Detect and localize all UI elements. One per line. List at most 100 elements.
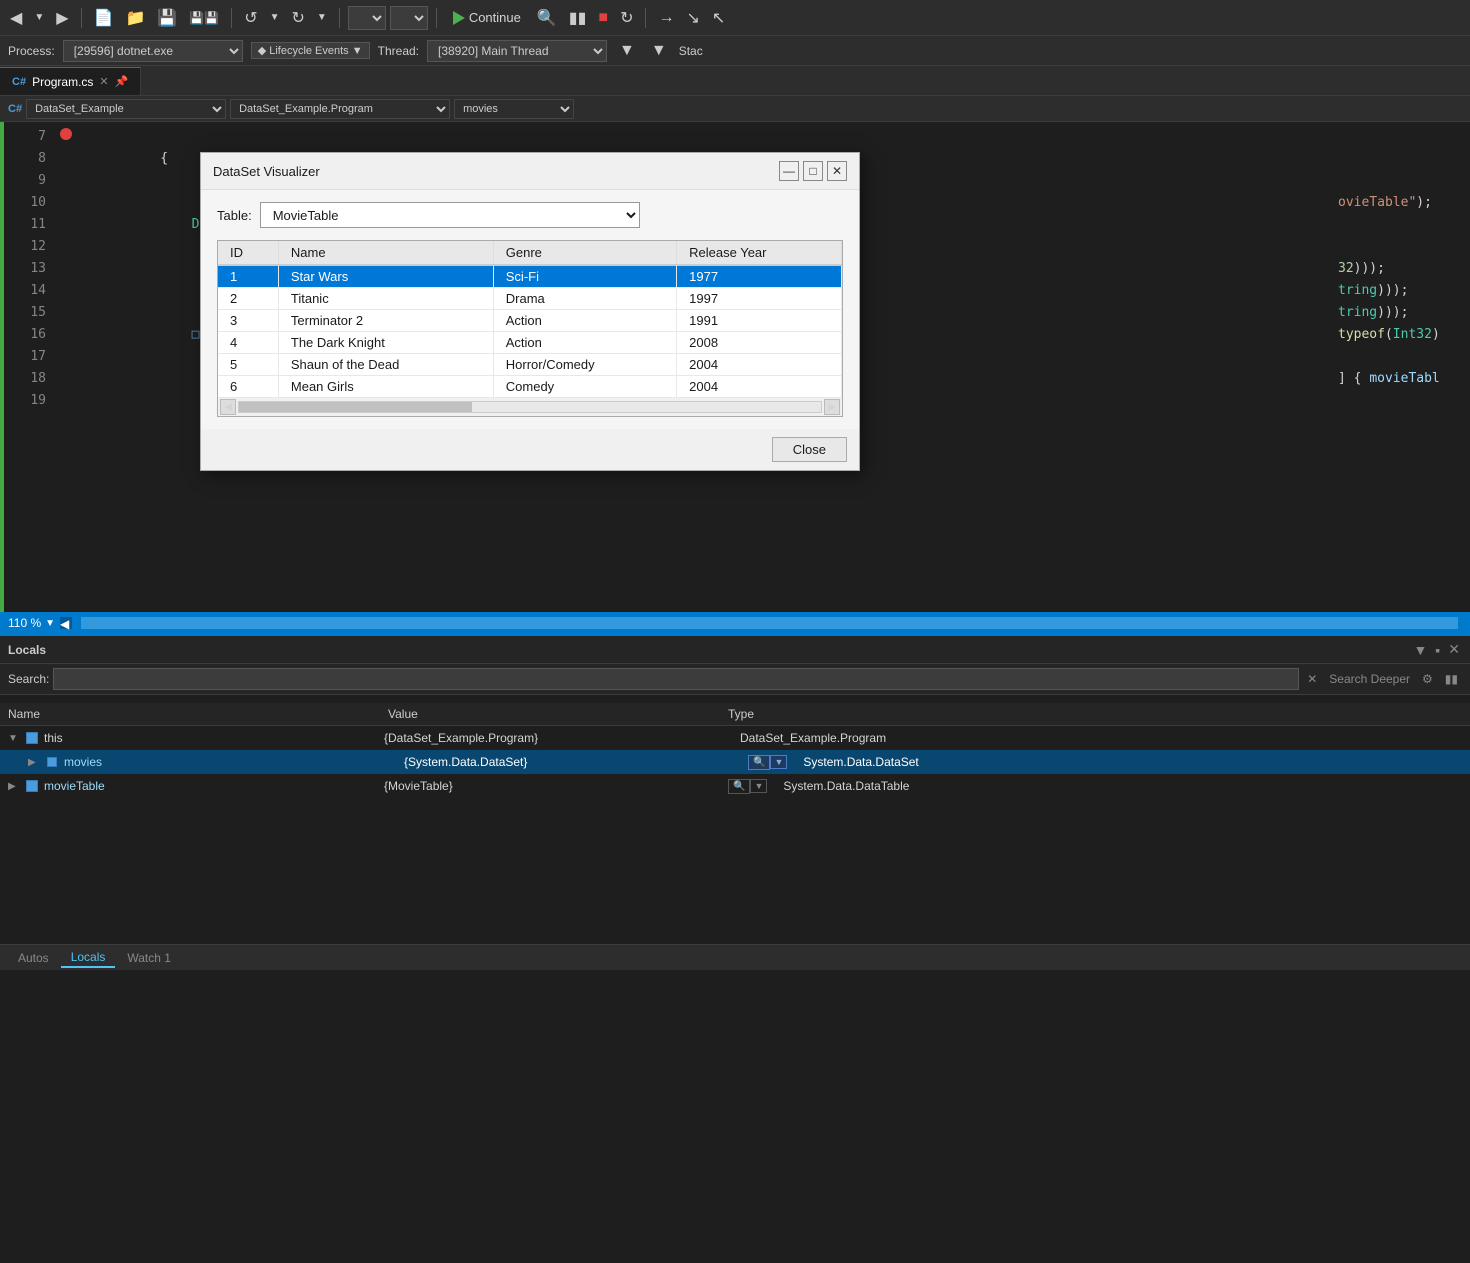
magnifier-dropdown-btn[interactable]: ▼ bbox=[750, 779, 767, 793]
col-year: Release Year bbox=[677, 241, 842, 265]
continue-button[interactable]: Continue bbox=[445, 8, 529, 27]
modal-body: Table: MovieTable ID Name Genre Release … bbox=[201, 190, 859, 429]
separator-1 bbox=[81, 8, 82, 28]
locals-header: Locals ▼ ▪ ✕ bbox=[0, 636, 1470, 664]
tab-autos[interactable]: Autos bbox=[8, 949, 59, 967]
scroll-thumb[interactable] bbox=[239, 402, 472, 412]
restart-btn[interactable]: ↻ bbox=[616, 6, 637, 30]
modal-title: DataSet Visualizer bbox=[213, 164, 320, 179]
col-name: Name bbox=[278, 241, 493, 265]
stop-btn[interactable]: ■ bbox=[594, 7, 612, 29]
search-toolbar-btn[interactable]: 🔍 bbox=[533, 6, 561, 30]
locals-pin2-btn[interactable]: ▪ bbox=[1433, 641, 1442, 658]
namespace-dropdown[interactable]: DataSet_Example bbox=[26, 99, 226, 119]
zoom-bar: 110 % ▼ ◀ bbox=[0, 612, 1470, 634]
table-row[interactable]: 4The Dark KnightAction2008 bbox=[218, 332, 842, 354]
tab-watch1[interactable]: Watch 1 bbox=[117, 949, 181, 967]
variable-value: {System.Data.DataSet} bbox=[404, 755, 744, 769]
scroll-right-btn[interactable]: ▶ bbox=[824, 399, 840, 415]
col-header-value: Value bbox=[388, 707, 728, 721]
save-all-btn[interactable]: 💾💾 bbox=[185, 9, 223, 27]
editor-scrollbar[interactable] bbox=[81, 617, 1458, 629]
modal-footer: Close bbox=[201, 429, 859, 470]
dropdown-arrow-1[interactable]: ▼ bbox=[30, 10, 48, 25]
modal-maximize-btn[interactable]: □ bbox=[803, 161, 823, 181]
scroll-left-indicator[interactable]: ◀ bbox=[59, 616, 73, 630]
tab-locals[interactable]: Locals bbox=[61, 948, 116, 968]
filter-btn2[interactable]: ▼ bbox=[647, 40, 671, 62]
locals-panel-controls: ▼ ▪ ✕ bbox=[1411, 641, 1462, 658]
main-toolbar: ◀ ▼ ▶ 📄 📁 💾 💾💾 ↺ ▼ ↻ ▼ Debug Any CPU Con… bbox=[0, 0, 1470, 36]
magnifier-btn[interactable]: 🔍 bbox=[748, 755, 770, 770]
variable-value: {DataSet_Example.Program} bbox=[384, 731, 724, 745]
modal-close-btn[interactable]: ✕ bbox=[827, 161, 847, 181]
modal-window-controls: — □ ✕ bbox=[779, 161, 847, 181]
filter-btn[interactable]: ▼ bbox=[615, 40, 639, 62]
close-button[interactable]: Close bbox=[772, 437, 847, 462]
search-deeper-btn[interactable]: Search Deeper bbox=[1325, 672, 1414, 686]
modal-minimize-btn[interactable]: — bbox=[779, 161, 799, 181]
member-dropdown[interactable]: movies bbox=[454, 99, 574, 119]
thread-label: Thread: bbox=[378, 44, 419, 58]
step-over-btn[interactable]: → bbox=[654, 7, 678, 29]
scroll-track[interactable] bbox=[238, 401, 822, 413]
redo-btn[interactable]: ↻ bbox=[288, 6, 309, 30]
save-btn[interactable]: 💾 bbox=[153, 6, 181, 30]
table-row[interactable]: 6Mean GirlsComedy2004 bbox=[218, 376, 842, 398]
open-btn[interactable]: 📁 bbox=[121, 6, 149, 30]
table-row[interactable]: 1Star WarsSci-Fi1977 bbox=[218, 265, 842, 288]
dataset-visualizer-modal: DataSet Visualizer — □ ✕ Table: MovieTab… bbox=[200, 152, 860, 471]
separator-4 bbox=[436, 8, 437, 28]
locals-close-btn[interactable]: ✕ bbox=[1446, 641, 1462, 658]
tab-close-btn[interactable]: ✕ bbox=[99, 75, 108, 88]
breakpoint-gutter bbox=[54, 122, 74, 612]
magnifier-btn[interactable]: 🔍 bbox=[728, 779, 750, 794]
locals-list-item[interactable]: ▶ movies{System.Data.DataSet} 🔍▼ System.Dat… bbox=[0, 750, 1470, 774]
undo-btn[interactable]: ↺ bbox=[240, 6, 261, 30]
lifecycle-events-btn[interactable]: ◆ Lifecycle Events ▼ bbox=[251, 42, 370, 59]
col-header-name: Name bbox=[8, 707, 388, 721]
row-expander[interactable]: ▼ bbox=[8, 733, 24, 744]
zoom-dropdown-btn[interactable]: ▼ bbox=[45, 618, 55, 629]
separator-3 bbox=[339, 8, 340, 28]
horizontal-scrollbar[interactable]: ◀ ▶ bbox=[218, 398, 842, 416]
step-into-btn[interactable]: ↘ bbox=[682, 6, 703, 30]
redo-dropdown[interactable]: ▼ bbox=[313, 10, 331, 25]
class-dropdown[interactable]: DataSet_Example.Program bbox=[230, 99, 450, 119]
file-btn[interactable]: 📄 bbox=[90, 6, 118, 30]
debug-dropdown[interactable]: Debug bbox=[348, 6, 386, 30]
search-copy-btn[interactable]: ▮▮ bbox=[1441, 672, 1462, 686]
row-expander[interactable]: ▶ bbox=[8, 781, 24, 792]
process-label: Process: bbox=[8, 44, 55, 58]
locals-pin-btn[interactable]: ▼ bbox=[1411, 641, 1429, 658]
scroll-left-btn[interactable]: ◀ bbox=[220, 399, 236, 415]
separator-5 bbox=[645, 8, 646, 28]
table-select[interactable]: MovieTable bbox=[260, 202, 640, 228]
locals-list-item[interactable]: ▶movieTable{MovieTable}🔍▼System.Data.Dat… bbox=[0, 774, 1470, 798]
data-table-container: ID Name Genre Release Year 1Star WarsSci… bbox=[217, 240, 843, 417]
step-out-btn[interactable]: ↖ bbox=[708, 6, 729, 30]
undo-dropdown[interactable]: ▼ bbox=[266, 10, 284, 25]
back-btn[interactable]: ◀ bbox=[6, 6, 26, 30]
editor-area: 7 8 9 10 11 12 13 14 15 16 17 18 19 { Da… bbox=[0, 122, 1470, 612]
forward-btn[interactable]: ▶ bbox=[52, 6, 72, 30]
pause-btn[interactable]: ▮▮ bbox=[565, 6, 591, 30]
table-row[interactable]: 3Terminator 2Action1991 bbox=[218, 310, 842, 332]
process-dropdown[interactable]: [29596] dotnet.exe bbox=[63, 40, 243, 62]
variable-value: {MovieTable} bbox=[384, 779, 724, 793]
locals-list-item[interactable]: ▼this{DataSet_Example.Program}DataSet_Ex… bbox=[0, 726, 1470, 750]
row-expander[interactable]: ▶ bbox=[28, 757, 44, 768]
anycpu-dropdown[interactable]: Any CPU bbox=[390, 6, 428, 30]
magnifier-dropdown-btn[interactable]: ▼ bbox=[770, 755, 787, 769]
search-clear-btn[interactable]: ✕ bbox=[1303, 672, 1321, 686]
table-row[interactable]: 2TitanicDrama1997 bbox=[218, 288, 842, 310]
search-settings-btn[interactable]: ⚙ bbox=[1418, 672, 1437, 686]
nav-bar: C# DataSet_Example DataSet_Example.Progr… bbox=[0, 96, 1470, 122]
program-cs-tab[interactable]: C# Program.cs ✕ 📌 bbox=[0, 67, 141, 95]
variable-type: System.Data.DataSet bbox=[803, 755, 1462, 769]
search-input[interactable] bbox=[53, 668, 1299, 690]
table-row[interactable]: 5Shaun of the DeadHorror/Comedy2004 bbox=[218, 354, 842, 376]
variable-name: movies bbox=[64, 755, 404, 769]
thread-dropdown[interactable]: [38920] Main Thread bbox=[427, 40, 607, 62]
pin-icon[interactable]: 📌 bbox=[115, 75, 129, 88]
